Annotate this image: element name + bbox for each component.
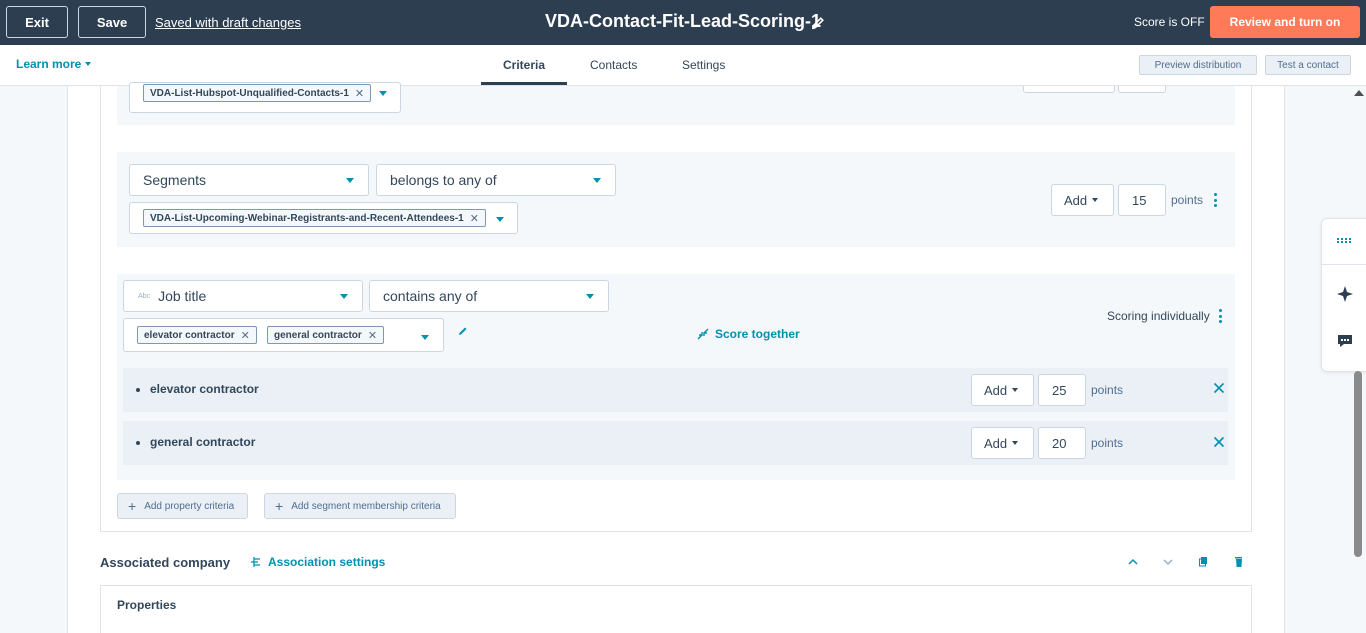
operator-label: contains any of (383, 288, 478, 304)
scroll-thumb[interactable] (1354, 371, 1362, 557)
remove-row-icon[interactable] (1213, 436, 1225, 448)
bullet-icon (136, 388, 140, 392)
action-label: Add (984, 435, 1008, 451)
draft-status-link[interactable]: Saved with draft changes (155, 15, 301, 30)
association-settings-button[interactable]: Association settings (250, 555, 385, 569)
learn-more-dropdown[interactable]: Learn more (16, 57, 92, 71)
chevron-down-icon (85, 62, 92, 66)
value-chip: general contractor ✕ (267, 326, 385, 344)
action-select-partial[interactable] (1023, 86, 1115, 93)
value-chip: elevator contractor ✕ (137, 326, 257, 344)
copy-icon[interactable] (1197, 556, 1211, 568)
add-segment-criteria-button[interactable]: + Add segment membership criteria (264, 493, 456, 519)
value-chip: VDA-List-Upcoming-Webinar-Registrants-an… (143, 209, 486, 227)
tab-contacts[interactable]: Contacts (590, 58, 637, 72)
vertical-scrollbar[interactable] (1351, 86, 1366, 633)
chevron-up-icon[interactable] (1126, 556, 1140, 568)
chip-label: VDA-List-Hubspot-Unqualified-Contacts-1 (150, 87, 349, 99)
preview-distribution-button[interactable]: Preview distribution (1139, 55, 1257, 75)
action-select[interactable]: Add (971, 427, 1034, 459)
test-contact-button[interactable]: Test a contact (1265, 55, 1351, 75)
property-label: Job title (158, 288, 207, 304)
plus-icon: + (128, 498, 137, 514)
tab-bar: Learn more Criteria Contacts Settings Pr… (0, 45, 1366, 86)
remove-chip-icon[interactable]: ✕ (470, 212, 479, 225)
chevron-down-icon (1012, 388, 1019, 392)
score-together-label: Score together (715, 327, 800, 341)
edit-values-icon[interactable] (457, 325, 469, 337)
association-icon (251, 557, 260, 567)
action-label: Add (1064, 192, 1088, 208)
section-title: Associated company (100, 555, 231, 570)
tab-settings[interactable]: Settings (682, 58, 725, 72)
association-settings-label: Association settings (268, 555, 386, 569)
points-input[interactable]: 15 (1118, 184, 1166, 216)
value-label: elevator contractor (150, 382, 259, 396)
tab-criteria[interactable]: Criteria (503, 58, 545, 72)
operator-select[interactable]: contains any of (369, 280, 609, 312)
add-segment-label: Add segment membership criteria (291, 500, 441, 512)
remove-row-icon[interactable] (1213, 382, 1225, 394)
action-label: Add (984, 382, 1008, 398)
review-and-turn-on-button[interactable]: Review and turn on (1210, 6, 1360, 38)
more-options-icon[interactable] (1219, 309, 1223, 323)
chevron-down-icon (593, 178, 601, 183)
bullet-icon (136, 441, 140, 445)
chevron-down-icon (340, 294, 348, 299)
top-bar: Exit Save Saved with draft changes VDA-C… (0, 0, 1366, 45)
edit-title-icon[interactable] (810, 15, 826, 31)
points-input[interactable]: 20 (1038, 427, 1086, 459)
action-select[interactable]: Add (1051, 184, 1114, 216)
segment-values-select[interactable]: VDA-List-Upcoming-Webinar-Registrants-an… (129, 202, 518, 234)
exit-button[interactable]: Exit (6, 6, 68, 38)
operator-label: belongs to any of (390, 172, 497, 188)
active-tab-indicator (481, 82, 567, 85)
property-label: Segments (143, 172, 207, 188)
remove-chip-icon[interactable]: ✕ (241, 329, 250, 342)
chevron-down-icon (496, 217, 504, 222)
more-options-icon[interactable] (1214, 193, 1218, 207)
add-property-label: Add property criteria (144, 500, 235, 512)
chevron-down-icon (346, 178, 354, 183)
chip-label: elevator contractor (144, 329, 235, 341)
remove-chip-icon[interactable]: ✕ (355, 87, 364, 100)
points-input[interactable]: 25 (1038, 374, 1086, 406)
save-button[interactable]: Save (78, 6, 146, 38)
add-property-criteria-button[interactable]: + Add property criteria (117, 493, 248, 519)
chevron-down-icon (1012, 441, 1019, 445)
segment-values-select[interactable]: VDA-List-Hubspot-Unqualified-Contacts-1 … (129, 82, 401, 113)
action-select[interactable]: Add (971, 374, 1034, 406)
points-input-partial[interactable] (1118, 86, 1166, 93)
chevron-down-icon (379, 91, 387, 96)
score-status: Score is OFF (1134, 15, 1205, 29)
chip-label: VDA-List-Upcoming-Webinar-Registrants-an… (150, 212, 464, 224)
value-label: general contractor (150, 435, 256, 449)
value-chip: VDA-List-Hubspot-Unqualified-Contacts-1 … (143, 84, 372, 102)
properties-card: Properties (100, 585, 1252, 633)
remove-chip-icon[interactable]: ✕ (368, 329, 377, 342)
criteria-group-1: VDA-List-Hubspot-Unqualified-Contacts-1 … (117, 82, 1235, 125)
merge-icon (697, 328, 709, 340)
chip-label: general contractor (274, 329, 362, 341)
score-together-button[interactable]: Score together (697, 327, 800, 341)
chevron-down-icon (1092, 198, 1099, 202)
text-type-icon: Abc (138, 292, 151, 300)
points-label: points (1171, 193, 1204, 207)
property-select[interactable]: Segments (129, 164, 369, 196)
points-label: points (1091, 383, 1124, 397)
learn-more-label: Learn more (16, 57, 82, 71)
operator-select[interactable]: belongs to any of (376, 164, 616, 196)
job-title-values-select[interactable]: elevator contractor ✕ general contractor… (123, 318, 444, 352)
scoring-mode-label: Scoring individually (1107, 309, 1210, 323)
scroll-up-arrow[interactable] (1354, 90, 1364, 96)
property-select[interactable]: Abc Job title (123, 280, 363, 312)
chevron-down-icon (421, 335, 429, 340)
chevron-down-icon (586, 294, 594, 299)
properties-title: Properties (117, 598, 177, 612)
points-label: points (1091, 436, 1124, 450)
delete-icon[interactable] (1232, 556, 1246, 568)
chevron-down-icon[interactable] (1161, 556, 1175, 568)
plus-icon: + (275, 498, 284, 514)
